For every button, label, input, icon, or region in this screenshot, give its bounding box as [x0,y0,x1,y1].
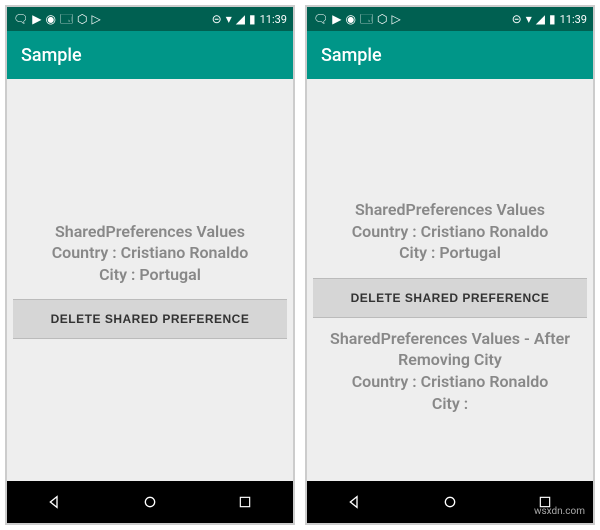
prefs-after-country: Country : Cristiano Ronaldo [323,371,577,393]
wifi-icon: ▾ [526,13,532,25]
prefs-after-title: SharedPreferences Values - After Removin… [323,328,577,371]
message-icon: 🗨 [313,13,328,25]
phone-screenshot-left: 🗨 ▶ ◉ 🗔 ⬡ ▷ ⊝ ▾ ◢ ▮ 11:39 Sample SharedP… [5,5,295,525]
app-bar: Sample [307,31,593,79]
nav-recent-button[interactable] [536,493,554,511]
dnd-icon: ⊝ [212,13,222,25]
prefs-city: City : Portugal [52,264,249,286]
signal-icon: ◢ [236,13,245,25]
hex-icon: ⬡ [377,13,387,25]
status-time: 11:39 [260,13,287,26]
nav-back-button[interactable] [46,493,64,511]
prefs-title: SharedPreferences Values [52,221,249,243]
plane-icon: ▷ [391,13,400,25]
status-bar: 🗨 ▶ ◉ 🗔 ⬡ ▷ ⊝ ▾ ◢ ▮ 11:39 [307,7,593,31]
status-right: ⊝ ▾ ◢ ▮ 11:39 [512,13,587,26]
nav-bar [307,481,593,523]
delete-shared-preference-button[interactable]: DELETE SHARED PREFERENCE [313,278,587,318]
status-left: 🗨 ▶ ◉ 🗔 ⬡ ▷ [313,13,401,25]
nav-home-button[interactable] [441,493,459,511]
dot-icon: ◉ [45,13,55,25]
dnd-icon: ⊝ [512,13,522,25]
message-icon: 🗨 [13,13,28,25]
prefs-after-city: City : [323,393,577,415]
delete-shared-preference-button[interactable]: DELETE SHARED PREFERENCE [13,299,287,339]
prefs-text-block: SharedPreferences Values Country : Crist… [342,199,559,264]
hex-icon: ⬡ [77,13,87,25]
nav-recent-button[interactable] [236,493,254,511]
app-title: Sample [21,45,82,66]
wifi-icon: ▾ [226,13,232,25]
prefs-title: SharedPreferences Values [352,199,549,221]
signal-icon: ◢ [536,13,545,25]
nav-bar [7,481,293,523]
app-bar: Sample [7,31,293,79]
app-title: Sample [321,45,382,66]
status-left: 🗨 ▶ ◉ 🗔 ⬡ ▷ [13,13,101,25]
prefs-country: Country : Cristiano Ronaldo [52,242,249,264]
nav-home-button[interactable] [141,493,159,511]
status-time: 11:39 [560,13,587,26]
status-right: ⊝ ▾ ◢ ▮ 11:39 [212,13,287,26]
nav-back-button[interactable] [346,493,364,511]
phone-screenshot-right: 🗨 ▶ ◉ 🗔 ⬡ ▷ ⊝ ▾ ◢ ▮ 11:39 Sample SharedP… [305,5,595,525]
prefs-text-block: SharedPreferences Values Country : Crist… [42,221,259,286]
dot-icon: ◉ [345,13,355,25]
status-bar: 🗨 ▶ ◉ 🗔 ⬡ ▷ ⊝ ▾ ◢ ▮ 11:39 [7,7,293,31]
battery-icon: ▮ [549,13,556,25]
content-area: SharedPreferences Values Country : Crist… [307,79,593,481]
battery-icon: ▮ [249,13,256,25]
window-icon: 🗔 [60,13,73,25]
prefs-after-text-block: SharedPreferences Values - After Removin… [313,328,587,414]
play-icon: ▶ [332,13,341,25]
window-icon: 🗔 [360,13,373,25]
plane-icon: ▷ [91,13,100,25]
content-area: SharedPreferences Values Country : Crist… [7,79,293,481]
prefs-city: City : Portugal [352,242,549,264]
prefs-country: Country : Cristiano Ronaldo [352,221,549,243]
play-icon: ▶ [32,13,41,25]
